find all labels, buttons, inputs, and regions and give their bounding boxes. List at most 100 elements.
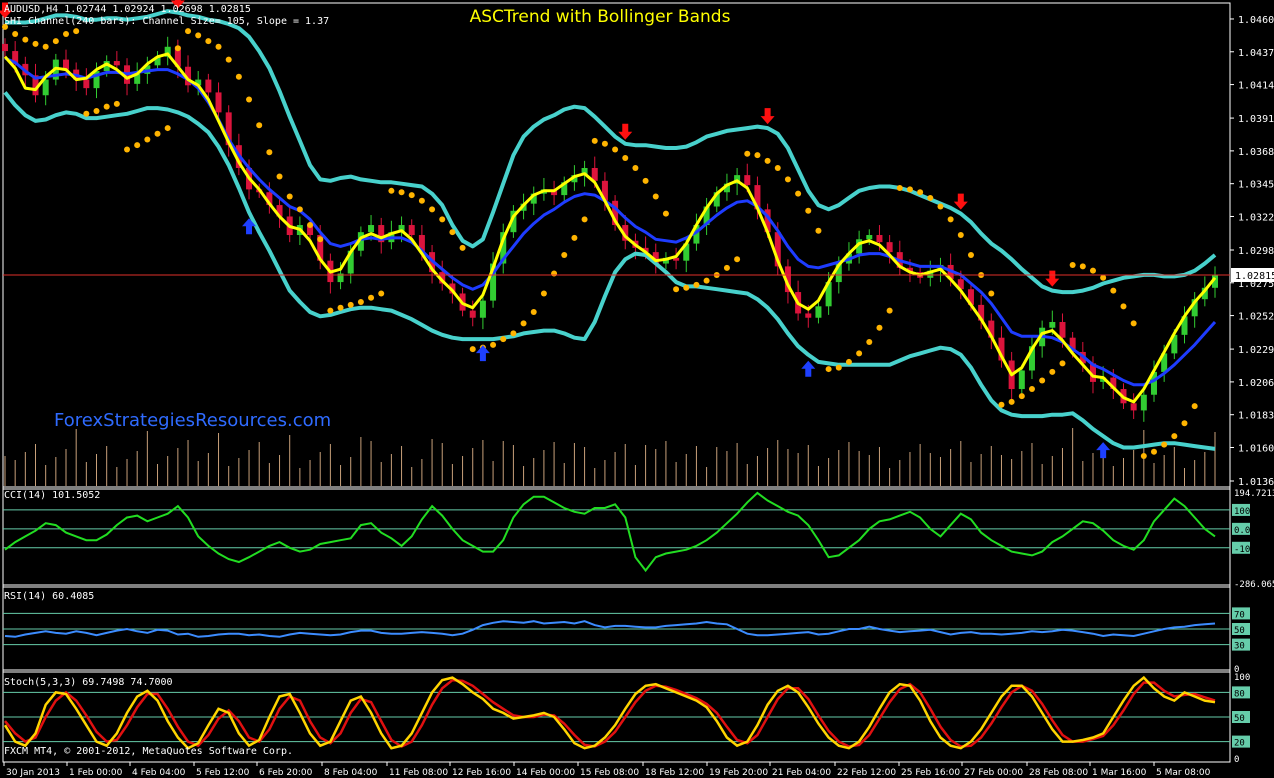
psar-dot bbox=[357, 299, 364, 306]
trading-chart[interactable]: 1.04605 1.04375 1.04145 1.03910 1.03680 1.034… bbox=[0, 0, 1274, 778]
time-tick-label: 12 Feb 16:00 bbox=[452, 768, 511, 778]
psar-dot bbox=[256, 122, 263, 129]
psar-dot bbox=[22, 36, 29, 43]
candle-body bbox=[805, 313, 812, 318]
price-tick-label: 1.02525 bbox=[1238, 312, 1274, 323]
time-tick-label: 4 Feb 04:00 bbox=[132, 768, 186, 778]
psar-dot bbox=[1018, 393, 1025, 400]
time-tick-label: 22 Feb 12:00 bbox=[837, 768, 896, 778]
copyright-text: FXCM MT4, © 2001-2012, MetaQuotes Softwa… bbox=[4, 746, 293, 757]
candle-body bbox=[815, 306, 822, 318]
psar-dot bbox=[164, 125, 171, 132]
time-tick-label: 30 Jan 2013 bbox=[6, 768, 60, 778]
candle-body bbox=[113, 61, 120, 66]
psar-dot bbox=[693, 281, 700, 288]
psar-dot bbox=[195, 32, 202, 39]
channel-info: SHI_Channel(240 bars): Channel Size= 105… bbox=[4, 16, 329, 27]
psar-dot bbox=[581, 216, 588, 223]
psar-dot bbox=[612, 146, 619, 153]
psar-dot bbox=[774, 164, 781, 171]
price-tick-label: 1.01365 bbox=[1238, 477, 1274, 488]
panel-tick-label: 20 bbox=[1234, 739, 1245, 749]
psar-dot bbox=[632, 164, 639, 171]
psar-dot bbox=[185, 28, 192, 35]
psar-dot bbox=[662, 210, 669, 217]
psar-dot bbox=[673, 286, 680, 293]
psar-dot bbox=[591, 137, 598, 144]
psar-dot bbox=[845, 358, 852, 365]
psar-dot bbox=[622, 155, 629, 162]
psar-dot bbox=[1028, 386, 1035, 393]
candle-body bbox=[1140, 394, 1147, 411]
psar-dot bbox=[429, 206, 436, 213]
psar-dot bbox=[1079, 263, 1086, 270]
price-tick-label: 1.04605 bbox=[1238, 15, 1274, 26]
psar-dot bbox=[967, 251, 974, 258]
price-tick-label: 1.02290 bbox=[1238, 345, 1274, 356]
psar-dot bbox=[510, 330, 517, 337]
psar-dot bbox=[276, 173, 283, 180]
candle-body bbox=[744, 175, 751, 186]
psar-dot bbox=[398, 189, 405, 196]
psar-dot bbox=[601, 140, 608, 147]
panel-tick-label: 100 bbox=[1234, 673, 1250, 683]
candle-body bbox=[2, 43, 8, 52]
rsi-title: RSI(14) 60.4085 bbox=[4, 591, 94, 602]
psar-dot bbox=[449, 229, 456, 236]
psar-dot bbox=[744, 150, 751, 157]
psar-dot bbox=[1110, 287, 1117, 294]
psar-dot bbox=[876, 324, 883, 331]
psar-dot bbox=[795, 190, 802, 197]
time-tick-label: 1 Mar 16:00 bbox=[1092, 768, 1147, 778]
psar-dot bbox=[1191, 403, 1198, 410]
candle-body bbox=[469, 310, 476, 318]
psar-dot bbox=[1140, 453, 1147, 460]
psar-dot bbox=[266, 149, 273, 156]
psar-dot bbox=[144, 136, 151, 143]
psar-dot bbox=[835, 364, 842, 371]
psar-dot bbox=[652, 193, 659, 200]
psar-dot bbox=[520, 320, 527, 327]
psar-dot bbox=[378, 290, 385, 297]
candle-body bbox=[479, 300, 486, 318]
psar-dot bbox=[957, 232, 964, 239]
psar-dot bbox=[12, 30, 19, 37]
psar-dot bbox=[307, 222, 314, 229]
psar-dot bbox=[784, 176, 791, 183]
price-tick-label: 1.04375 bbox=[1238, 48, 1274, 59]
candle-body bbox=[1059, 322, 1066, 338]
psar-dot bbox=[764, 157, 771, 164]
panel-tick-label: 0.00 bbox=[1234, 526, 1256, 536]
psar-dot bbox=[947, 216, 954, 223]
time-tick-label: 27 Feb 00:00 bbox=[964, 768, 1023, 778]
psar-dot bbox=[540, 290, 547, 297]
stochastic-title: Stoch(5,3,3) 69.7498 74.7000 bbox=[4, 677, 173, 688]
psar-dot bbox=[1171, 433, 1178, 440]
psar-dot bbox=[388, 187, 395, 194]
psar-dot bbox=[530, 309, 537, 316]
current-price-label: 1.02815 bbox=[1235, 271, 1274, 282]
psar-dot bbox=[723, 264, 730, 271]
psar-dot bbox=[83, 110, 90, 117]
psar-dot bbox=[205, 38, 212, 45]
psar-dot bbox=[896, 184, 903, 191]
psar-dot bbox=[439, 216, 446, 223]
candle-body bbox=[368, 225, 375, 233]
psar-dot bbox=[225, 56, 232, 63]
psar-dot bbox=[1100, 274, 1107, 281]
time-tick-label: 8 Feb 04:00 bbox=[324, 768, 378, 778]
price-tick-label: 1.03680 bbox=[1238, 147, 1274, 158]
psar-dot bbox=[1049, 368, 1056, 375]
psar-dot bbox=[174, 45, 181, 52]
psar-dot bbox=[1059, 360, 1066, 367]
candle-body bbox=[215, 92, 222, 113]
candle-body bbox=[408, 225, 415, 236]
candle-body bbox=[205, 79, 212, 93]
psar-dot bbox=[1150, 448, 1157, 455]
psar-dot bbox=[408, 192, 415, 199]
psar-dot bbox=[1161, 441, 1168, 448]
psar-dot bbox=[906, 186, 913, 193]
psar-dot bbox=[286, 193, 293, 200]
psar-dot bbox=[418, 197, 425, 204]
psar-dot bbox=[866, 338, 873, 345]
